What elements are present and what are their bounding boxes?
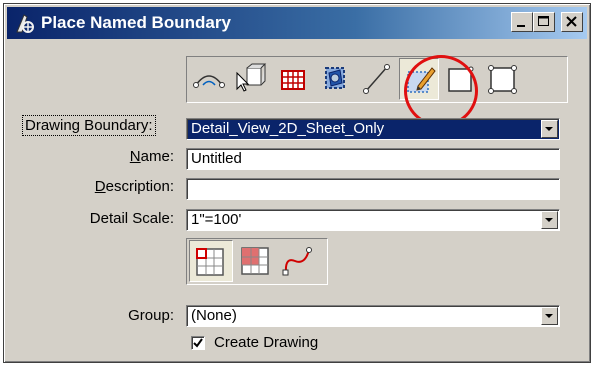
minimize-icon — [517, 25, 525, 27]
from-3d-view-icon — [325, 67, 345, 89]
close-icon — [566, 16, 577, 27]
clip-type-toolbar — [186, 238, 328, 285]
name-label-mnemonic: N — [129, 148, 141, 165]
annotation-highlight-circle — [404, 55, 478, 127]
name-input-value: Untitled — [191, 150, 242, 167]
title-bar[interactable]: Place Named Boundary — [7, 7, 587, 39]
clip-curve-icon — [282, 247, 312, 276]
clip-single-tool[interactable] — [189, 240, 233, 282]
chevron-down-icon — [545, 314, 553, 318]
from-3d-view-tool[interactable] — [315, 58, 355, 100]
group-label: Group: — [128, 307, 174, 324]
rectangle-tool[interactable] — [483, 58, 523, 100]
drawing-boundary-label-text: Drawing Boundary: — [22, 115, 156, 136]
close-button[interactable] — [561, 12, 583, 32]
description-label: Description: — [95, 178, 174, 195]
clip-single-icon — [196, 248, 224, 276]
group-select[interactable]: (None) — [186, 305, 560, 327]
window-title: Place Named Boundary — [41, 13, 231, 32]
chevron-down-icon — [545, 218, 553, 222]
two-points-tool[interactable] — [357, 58, 397, 100]
from-view-tool[interactable] — [231, 58, 271, 100]
clip-curve-tool[interactable] — [277, 240, 317, 282]
drawing-boundary-select[interactable]: Detail_View_2D_Sheet_Only — [186, 118, 560, 140]
description-input[interactable] — [186, 178, 560, 200]
detail-scale-value: 1"=100' — [191, 211, 242, 228]
description-label-rest: escription: — [105, 178, 174, 195]
drawing-boundary-value: Detail_View_2D_Sheet_Only — [191, 120, 385, 137]
maximize-button[interactable] — [533, 12, 555, 32]
group-value: (None) — [191, 307, 237, 324]
description-label-mnemonic: D — [94, 178, 106, 195]
clip-grid-tool[interactable] — [235, 240, 275, 282]
app-icon — [14, 12, 36, 34]
from-2d-sheet-tool[interactable] — [273, 58, 313, 100]
civil-stationing-tool[interactable] — [189, 58, 229, 100]
drawing-boundary-dropdown-button[interactable] — [541, 120, 558, 138]
maximize-icon — [538, 16, 549, 26]
two-points-icon — [363, 64, 390, 94]
chevron-down-icon — [545, 127, 553, 131]
from-2d-sheet-icon — [281, 70, 305, 90]
name-label: Name: — [130, 148, 174, 165]
rectangle-icon — [488, 65, 517, 94]
from-view-icon — [236, 63, 267, 92]
detail-scale-select[interactable]: 1"=100' — [186, 209, 560, 231]
name-input[interactable]: Untitled — [186, 148, 560, 170]
place-named-boundary-dialog: Place Named Boundary Drawing Boundary: D… — [3, 3, 591, 363]
create-drawing-checkbox[interactable] — [191, 336, 205, 350]
drawing-boundary-label: Drawing Boundary: — [22, 115, 156, 136]
checkmark-icon — [193, 338, 203, 348]
clip-grid-icon — [241, 247, 269, 275]
name-label-rest: ame: — [140, 148, 174, 165]
boundary-type-toolbar — [186, 56, 568, 103]
minimize-button[interactable] — [511, 12, 533, 32]
civil-stationing-icon — [193, 75, 225, 88]
create-drawing-label[interactable]: Create Drawing — [214, 334, 318, 351]
detail-scale-dropdown-button[interactable] — [541, 211, 558, 229]
group-dropdown-button[interactable] — [541, 307, 558, 325]
detail-scale-label: Detail Scale: — [89, 210, 174, 227]
